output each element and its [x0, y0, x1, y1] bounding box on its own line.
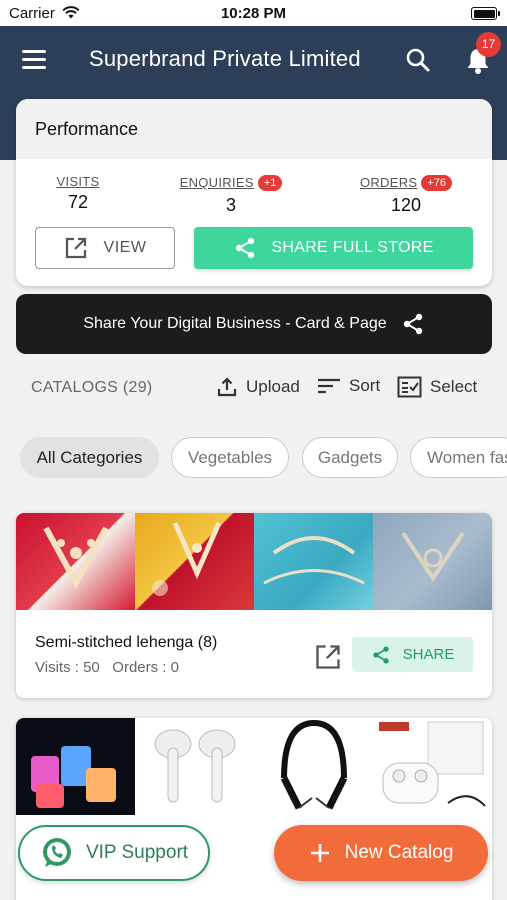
catalog-thumbnail: [373, 718, 492, 815]
menu-icon[interactable]: [22, 50, 48, 70]
chip-gadgets[interactable]: Gadgets: [302, 437, 398, 478]
upload-button[interactable]: Upload: [216, 376, 300, 398]
catalog-thumbnail: [373, 513, 492, 610]
metric-orders[interactable]: ORDERS +76 120: [346, 174, 466, 216]
speaker-lamps-image: [31, 746, 116, 808]
vip-support-label: VIP Support: [85, 842, 189, 863]
battery-icon: [471, 7, 500, 20]
plus-icon: [310, 844, 329, 862]
metric-label: VISITS: [56, 174, 100, 189]
neckband-image: [280, 719, 348, 810]
status-bar: Carrier 10:28 PM: [0, 0, 507, 26]
metric-badge: +76: [421, 175, 453, 191]
upload-icon: [217, 377, 237, 397]
share-store-label: SHARE FULL STORE: [271, 239, 434, 256]
embroidery-pattern: [43, 526, 109, 590]
embroidery-pattern: [152, 521, 222, 596]
catalog-orders: Orders : 0: [112, 659, 179, 676]
catalog-thumbnail: [135, 718, 254, 815]
upload-label: Upload: [246, 377, 300, 396]
external-link-icon[interactable]: [314, 643, 342, 671]
embroidery-pattern: [401, 531, 465, 582]
external-link-icon: [65, 237, 86, 259]
share-icon: [236, 237, 255, 259]
share-full-store-button[interactable]: SHARE FULL STORE: [194, 227, 473, 269]
new-catalog-button[interactable]: New Catalog: [274, 825, 488, 881]
search-icon[interactable]: [404, 46, 432, 74]
metric-visits[interactable]: VISITS 72: [38, 174, 118, 213]
earbuds-case-image: [379, 721, 486, 807]
embroidery-pattern: [263, 536, 365, 585]
performance-title: Performance: [16, 99, 492, 159]
metric-label: ENQUIRIES: [179, 175, 254, 190]
app-title: Superbrand Private Limited: [89, 46, 361, 71]
catalog-thumbnail: [254, 718, 373, 815]
view-store-button[interactable]: VIEW: [35, 227, 175, 269]
sort-button[interactable]: Sort: [317, 376, 380, 396]
metric-label: ORDERS: [359, 175, 418, 190]
catalogs-count: CATALOGS (29): [31, 379, 153, 396]
catalog-thumbnail: [16, 718, 135, 815]
sort-label: Sort: [349, 376, 381, 395]
catalog-visits: Visits : 50: [35, 659, 100, 676]
digital-business-label: Share Your Digital Business - Card & Pag…: [83, 315, 387, 332]
digital-business-banner[interactable]: Share Your Digital Business - Card & Pag…: [16, 294, 492, 354]
catalog-share-button[interactable]: SHARE: [352, 637, 473, 672]
new-catalog-label: New Catalog: [344, 842, 454, 863]
metric-value: 72: [67, 192, 89, 212]
chip-vegetables[interactable]: Vegetables: [171, 437, 289, 478]
catalog-thumbnail: [16, 513, 135, 610]
sort-icon: [318, 378, 340, 394]
chip-all-categories[interactable]: All Categories: [20, 437, 159, 478]
catalog-name: Semi-stitched lehenga (8): [35, 634, 218, 651]
catalog-thumbnail: [254, 513, 373, 610]
catalog-thumbnail: [135, 513, 254, 610]
metric-value: 3: [225, 195, 236, 215]
select-label: Select: [430, 377, 478, 396]
earbuds-image: [154, 729, 236, 803]
metric-badge: +1: [257, 175, 283, 191]
share-icon: [403, 313, 422, 335]
performance-card: Performance VISITS 72 ENQUIRIES +1 3 ORDE…: [16, 99, 492, 286]
catalog-stats: Visits : 50 Orders : 0: [35, 659, 179, 676]
view-label: VIEW: [103, 239, 147, 256]
metric-value: 120: [390, 195, 422, 215]
share-icon: [372, 646, 389, 663]
catalog-card[interactable]: Semi-stitched lehenga (8) Visits : 50 Or…: [16, 513, 492, 698]
select-button[interactable]: Select: [397, 376, 477, 398]
clock: 10:28 PM: [220, 5, 287, 22]
whatsapp-icon: [42, 838, 71, 867]
vip-support-button[interactable]: VIP Support: [18, 825, 210, 881]
notification-badge: 17: [476, 32, 501, 57]
share-label: SHARE: [402, 646, 455, 663]
metric-enquiries[interactable]: ENQUIRIES +1 3: [166, 174, 296, 216]
chip-women-fashion[interactable]: Women fas: [410, 437, 507, 478]
select-icon: [397, 376, 422, 398]
